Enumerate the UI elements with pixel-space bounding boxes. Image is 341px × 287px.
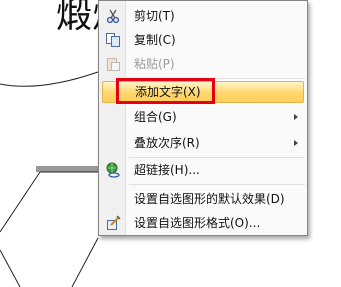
format-shape-icon (105, 215, 121, 231)
menu-item-label: 设置自选图形格式(O)... (134, 216, 261, 230)
menu-item-label: 组合(G) (134, 110, 177, 124)
menu-item-order[interactable]: 叠放次序(R) (100, 132, 306, 154)
menu-item-label: 复制(C) (134, 33, 176, 47)
menu-item-hyperlink[interactable]: 超链接(H)... (100, 159, 306, 181)
scissors-icon (105, 8, 121, 24)
menu-item-paste[interactable]: 粘贴(P) (100, 53, 306, 75)
menu-item-label: 超链接(H)... (134, 163, 200, 177)
menu-item-label: 设置自选图形的默认效果(D) (134, 192, 285, 206)
menu-separator (129, 184, 305, 185)
menu-item-cut[interactable]: 剪切(T) (100, 5, 306, 27)
paste-icon (105, 56, 121, 72)
menu-item-label: 剪切(T) (134, 9, 175, 23)
menu-separator (129, 157, 305, 158)
menu-item-label: 叠放次序(R) (134, 136, 200, 150)
menu-item-group[interactable]: 组合(G) (100, 106, 306, 128)
context-menu: 剪切(T) 复制(C) 粘贴(P) 添加文字(X) 组合(G) 叠放次序(R) … (98, 0, 308, 236)
menu-item-label: 粘贴(P) (134, 57, 175, 71)
submenu-arrow-icon (294, 114, 298, 120)
annotation-highlight-box (116, 78, 215, 104)
menu-item-copy[interactable]: 复制(C) (100, 29, 306, 51)
submenu-arrow-icon (294, 140, 298, 146)
menu-item-set-default-effect[interactable]: 设置自选图形的默认效果(D) (100, 188, 306, 210)
menu-item-format-autoshape[interactable]: 设置自选图形格式(O)... (100, 212, 306, 234)
hyperlink-globe-icon (105, 162, 121, 178)
copy-icon (105, 32, 121, 48)
